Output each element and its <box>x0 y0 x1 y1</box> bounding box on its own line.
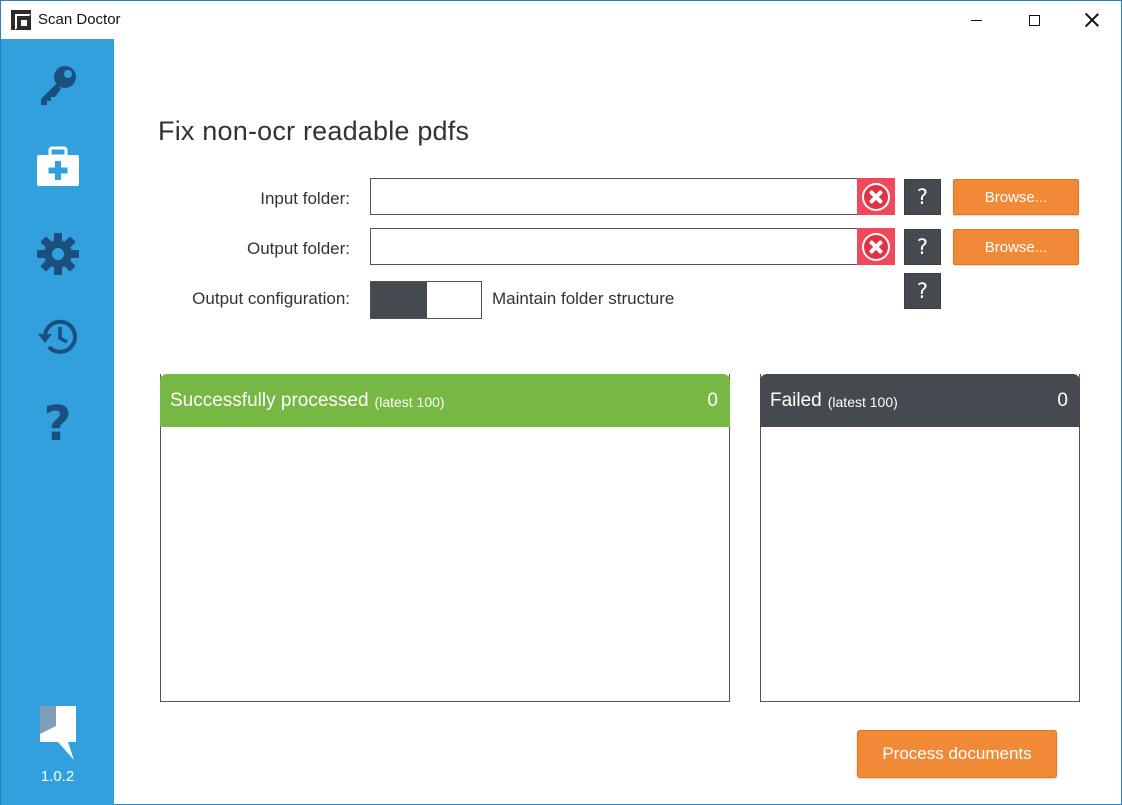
close-icon <box>1085 13 1099 27</box>
gear-icon <box>36 233 79 275</box>
maximize-button[interactable] <box>1005 1 1063 39</box>
history-icon <box>37 319 77 354</box>
output-configuration-label: Output configuration: <box>192 289 350 308</box>
key-icon <box>40 66 76 105</box>
success-panel-header: Successfully processed (latest 100) 0 <box>160 374 730 427</box>
success-panel-title: Successfully processed <box>170 389 369 411</box>
output-folder-help-button[interactable]: ? <box>904 229 941 265</box>
success-count: 0 <box>707 390 718 411</box>
clear-output-folder-button[interactable] <box>857 228 895 265</box>
failed-panel: Failed (latest 100) 0 <box>760 374 1080 702</box>
process-documents-button[interactable]: Process documents <box>857 730 1057 778</box>
failed-panel-subtitle: (latest 100) <box>827 394 898 410</box>
success-panel: Successfully processed (latest 100) 0 <box>160 374 730 702</box>
output-configuration-help-button[interactable]: ? <box>904 273 941 309</box>
input-folder-label: Input folder: <box>260 189 350 208</box>
app-logo-icon <box>11 10 31 30</box>
output-folder-field[interactable] <box>370 228 858 265</box>
minimize-icon <box>970 19 982 21</box>
folder-structure-toggle-label: Maintain folder structure <box>492 289 675 308</box>
toggle-knob <box>371 282 427 318</box>
sidebar-item-history[interactable] <box>1 297 114 377</box>
clear-icon <box>862 232 890 261</box>
output-folder-label: Output folder: <box>246 239 350 258</box>
input-folder-field[interactable] <box>370 178 858 215</box>
help-icon: ? <box>43 396 72 452</box>
sidebar: ? 1.0.2 <box>1 39 114 805</box>
window-title: Scan Doctor <box>38 11 121 28</box>
page-title: Fix non-ocr readable pdfs <box>158 116 470 146</box>
success-list[interactable] <box>161 427 729 701</box>
sidebar-item-help[interactable]: ? <box>1 384 114 464</box>
minimize-button[interactable] <box>947 1 1005 39</box>
folder-structure-toggle[interactable] <box>370 281 482 319</box>
clear-icon <box>862 182 890 211</box>
title-bar: Scan Doctor <box>1 1 1121 39</box>
output-folder-browse-button[interactable]: Browse... <box>953 229 1079 265</box>
sidebar-item-settings[interactable] <box>1 214 114 294</box>
sidebar-item-license[interactable] <box>1 44 114 124</box>
failed-list[interactable] <box>761 427 1079 701</box>
failed-panel-header: Failed (latest 100) 0 <box>760 374 1080 427</box>
app-window: Scan Doctor ? 1.0.2 Fix non-ocr readable… <box>0 0 1122 805</box>
input-folder-browse-button[interactable]: Browse... <box>953 179 1079 215</box>
sidebar-item-scan-doctor[interactable] <box>1 127 114 207</box>
success-panel-subtitle: (latest 100) <box>374 394 445 410</box>
close-window-button[interactable] <box>1063 1 1121 39</box>
brand-logo-icon <box>40 706 76 760</box>
clear-input-folder-button[interactable] <box>857 178 895 215</box>
failed-panel-title: Failed <box>770 389 822 411</box>
app-version: 1.0.2 <box>40 768 75 785</box>
maximize-icon <box>1028 14 1040 26</box>
input-folder-help-button[interactable]: ? <box>904 179 941 215</box>
failed-count: 0 <box>1057 390 1068 411</box>
medical-kit-icon <box>36 146 79 186</box>
